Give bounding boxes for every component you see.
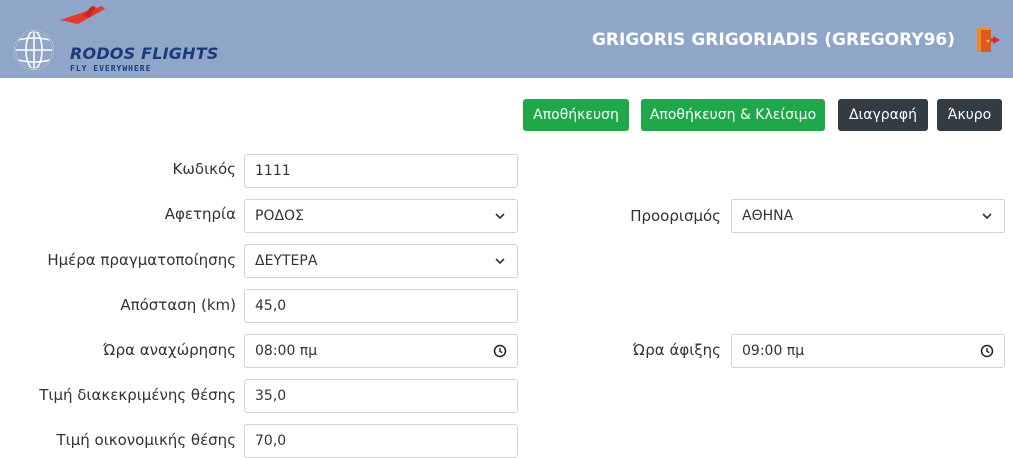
business-price-field[interactable] xyxy=(244,379,518,413)
day-label: Ημέρα πραγματοποίησης xyxy=(47,251,236,269)
destination-select[interactable]: ΑΘΗΝΑ xyxy=(731,199,1005,233)
user-name: GRIGORIS GRIGORIADIS (GREGORY96) xyxy=(591,30,955,50)
economy-price-label: Τιμή οικονομικής θέσης xyxy=(56,431,236,449)
day-value: ΔΕΥΤΕΡΑ xyxy=(255,253,318,269)
destination-value: ΑΘΗΝΑ xyxy=(742,208,794,224)
origin-label: Αφετηρία xyxy=(164,205,236,223)
save-button[interactable]: Αποθήκευση xyxy=(523,99,629,131)
clock-icon[interactable] xyxy=(493,344,507,358)
chevron-down-icon xyxy=(495,258,505,265)
day-select[interactable]: ΔΕΥΤΕΡΑ xyxy=(244,244,518,278)
arrival-time-field[interactable]: 09:00 πμ xyxy=(731,334,1005,368)
departure-label: Ώρα αναχώρησης xyxy=(103,341,236,359)
logo-tagline: FLY EVERYWHERE xyxy=(70,64,152,73)
distance-field[interactable] xyxy=(244,289,518,323)
logo: RODOS FLIGHTS FLY EVERYWHERE xyxy=(8,4,218,76)
distance-input[interactable] xyxy=(255,298,507,314)
arrival-label: Ώρα άφιξης xyxy=(632,341,721,359)
business-price-input[interactable] xyxy=(255,388,507,404)
logo-title: RODOS FLIGHTS xyxy=(70,44,219,63)
destination-label: Προορισμός xyxy=(630,207,721,225)
code-label: Κωδικός xyxy=(172,160,236,178)
departure-time-field[interactable]: 08:00 πμ xyxy=(244,334,518,368)
business-price-label: Τιμή διακεκριμένης θέσης xyxy=(39,386,236,404)
chevron-down-icon xyxy=(982,213,992,220)
save-close-button[interactable]: Αποθήκευση & Κλείσιμο xyxy=(641,99,825,131)
arrival-value: 09:00 πμ xyxy=(742,343,805,359)
code-input[interactable] xyxy=(255,163,507,179)
door-exit-icon[interactable] xyxy=(975,26,1005,54)
origin-select[interactable]: ΡΟΔΟΣ xyxy=(244,199,518,233)
app-header: RODOS FLIGHTS FLY EVERYWHERE GRIGORIS GR… xyxy=(0,0,1013,78)
delete-button[interactable]: Διαγραφή xyxy=(838,99,928,131)
economy-price-input[interactable] xyxy=(255,433,507,449)
economy-price-field[interactable] xyxy=(244,424,518,458)
clock-icon[interactable] xyxy=(980,344,994,358)
departure-value: 08:00 πμ xyxy=(255,343,318,359)
distance-label: Απόσταση (km) xyxy=(120,296,236,314)
code-field[interactable] xyxy=(244,154,518,188)
chevron-down-icon xyxy=(495,213,505,220)
origin-value: ΡΟΔΟΣ xyxy=(255,208,304,224)
cancel-button[interactable]: Άκυρο xyxy=(937,99,1002,131)
